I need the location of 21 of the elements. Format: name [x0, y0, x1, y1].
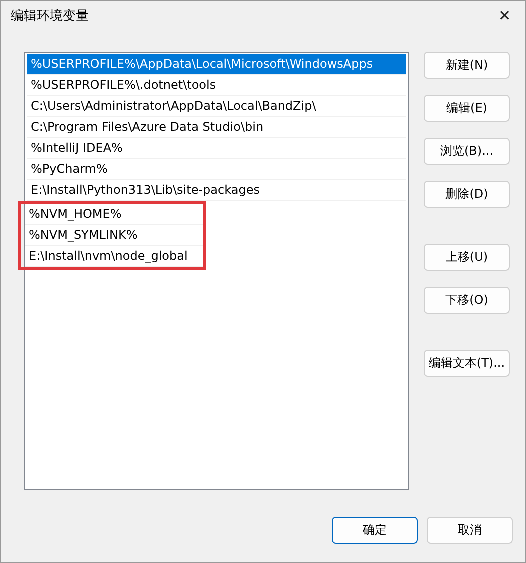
path-entry[interactable]: C:\Program Files\Azure Data Studio\bin [27, 117, 406, 138]
side-button[interactable]: 新建(N) [424, 52, 510, 79]
side-button[interactable]: 编辑(E) [424, 95, 510, 122]
side-button[interactable]: 下移(O) [424, 287, 510, 314]
close-button[interactable]: ✕ [485, 1, 525, 31]
path-entry[interactable]: %USERPROFILE%\.dotnet\tools [27, 75, 406, 96]
path-entry[interactable]: %USERPROFILE%\AppData\Local\Microsoft\WindowsApps [27, 54, 406, 75]
path-entry[interactable]: %PyCharm% [27, 159, 406, 180]
cancel-button[interactable]: 取消 [427, 517, 513, 544]
path-entry[interactable]: %IntelliJ IDEA% [27, 138, 406, 159]
window-title: 编辑环境变量 [11, 8, 89, 25]
side-button[interactable]: 浏览(B)... [424, 138, 510, 165]
path-entry[interactable]: E:\Install\nvm\node_global [25, 246, 203, 267]
side-button[interactable]: 上移(U) [424, 244, 510, 271]
path-entry[interactable]: %NVM_SYMLINK% [25, 225, 203, 246]
path-entry[interactable]: C:\Users\Administrator\AppData\Local\BandZip\ [27, 96, 406, 117]
path-entry[interactable]: %NVM_HOME% [25, 204, 203, 225]
side-button[interactable]: 删除(D) [424, 181, 510, 208]
side-button[interactable]: 编辑文本(T)... [424, 350, 510, 377]
ok-button[interactable]: 确定 [332, 517, 418, 544]
path-entry[interactable]: E:\Install\Python313\Lib\site-packages [27, 180, 406, 201]
